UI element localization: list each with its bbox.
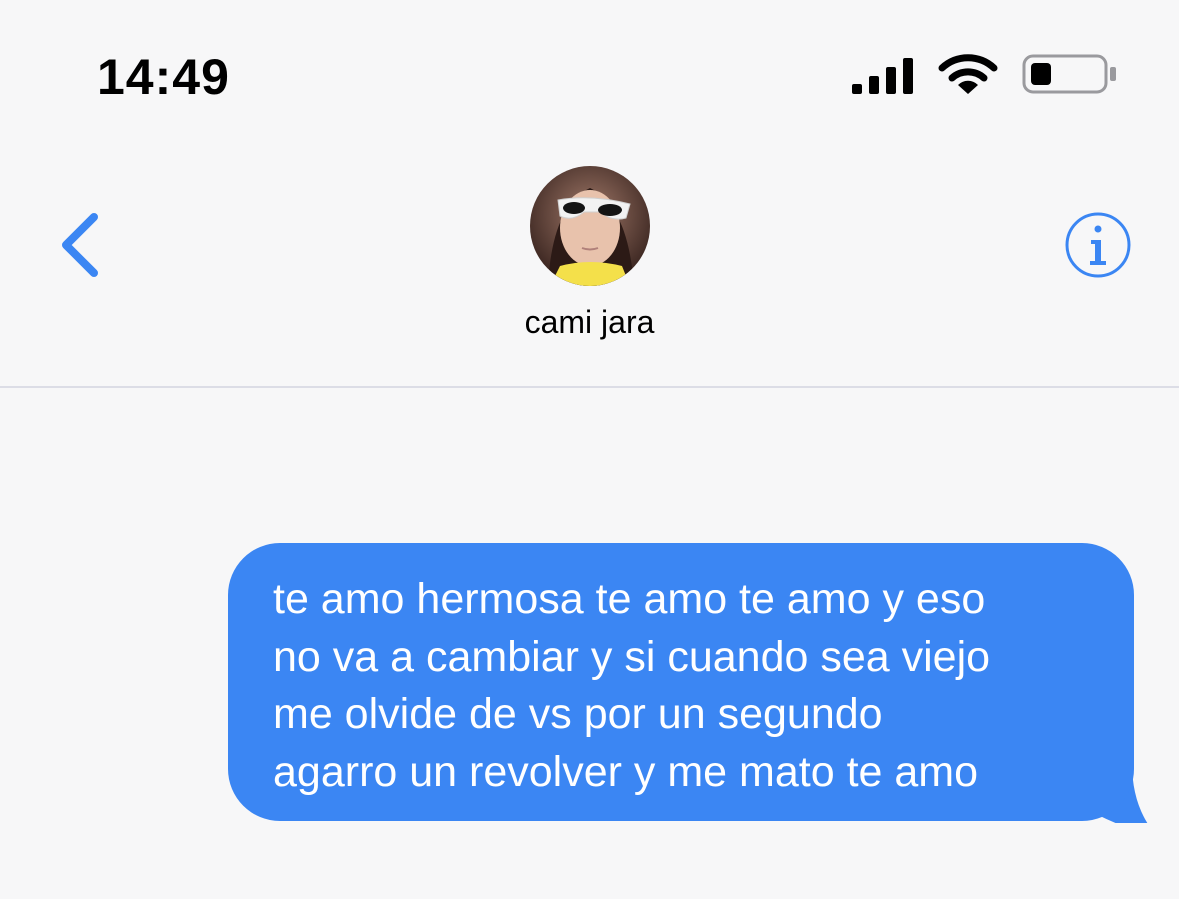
contact-name[interactable]: cami jara xyxy=(0,304,1179,341)
message-line: me olvide de vs por un segundo xyxy=(273,690,883,738)
info-button[interactable] xyxy=(1064,211,1132,284)
status-bar: 14:49 xyxy=(0,0,1179,140)
message-bubble-sent[interactable]: te amo hermosa te amo te amo y eso no va… xyxy=(228,543,1160,823)
message-line: no va a cambiar y si cuando sea viejo xyxy=(273,632,991,681)
info-icon xyxy=(1065,212,1131,278)
message-line: te amo hermosa te amo te amo y eso xyxy=(273,575,986,623)
message-line: agarro un revolver y me mato te amo xyxy=(273,747,979,796)
back-button[interactable] xyxy=(58,212,102,283)
message-text: te amo hermosa te amo te amo y eso no va… xyxy=(273,571,1123,801)
message-bubble-body: te amo hermosa te amo te amo y eso no va… xyxy=(228,543,1134,821)
cellular-signal-icon xyxy=(852,56,916,99)
status-time: 14:49 xyxy=(97,49,230,105)
header-divider xyxy=(0,386,1179,388)
contact-avatar[interactable] xyxy=(530,166,650,286)
chevron-left-icon xyxy=(62,213,98,277)
battery-icon xyxy=(1022,54,1120,101)
wifi-icon xyxy=(938,52,998,101)
